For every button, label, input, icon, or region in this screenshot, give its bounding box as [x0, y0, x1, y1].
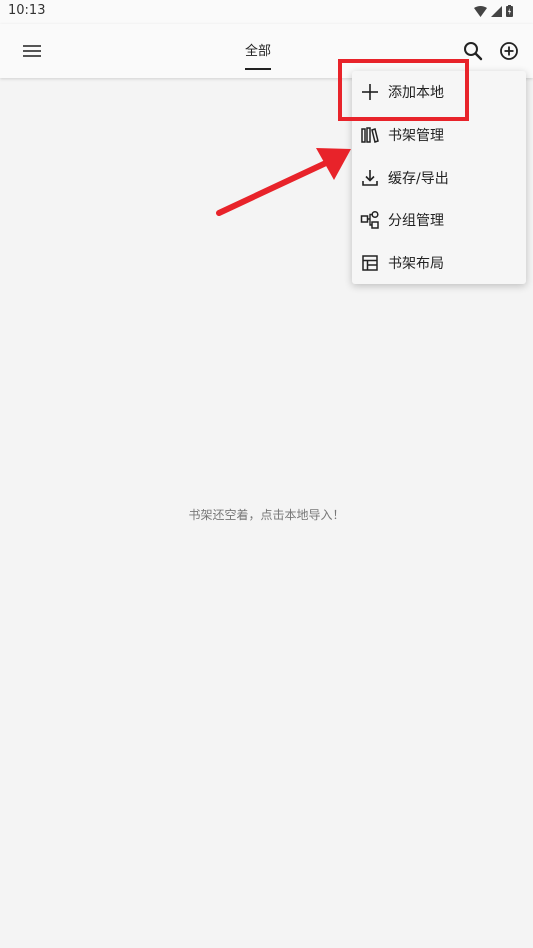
menu-item-label: 书架管理	[388, 128, 444, 144]
bookshelf-icon	[360, 125, 380, 145]
tab-all-label: 全部	[244, 44, 271, 59]
annotation-arrow-icon	[216, 148, 351, 216]
download-icon	[360, 168, 380, 188]
add-circle-icon	[500, 42, 518, 60]
empty-shelf-message: 书架还空着，点击本地导入！	[188, 508, 345, 522]
menu-item-bookshelf-layout[interactable]: 书架布局	[352, 242, 526, 284]
wifi-icon	[474, 5, 487, 17]
signal-icon	[491, 5, 502, 17]
menu-item-label: 书架布局	[388, 256, 444, 272]
status-bar: 10:13	[0, 0, 533, 24]
tab-indicator	[245, 68, 271, 70]
group-icon	[360, 210, 380, 230]
tab-all[interactable]: 全部	[240, 40, 276, 70]
menu-item-cache-export[interactable]: 缓存/导出	[352, 157, 526, 199]
status-time: 10:13	[8, 3, 46, 18]
hamburger-icon	[23, 45, 41, 57]
annotation-highlight-box	[338, 59, 469, 121]
status-icons	[474, 4, 513, 18]
add-button[interactable]	[498, 40, 520, 62]
menu-item-group-manage[interactable]: 分组管理	[352, 199, 526, 241]
battery-icon	[506, 5, 513, 17]
menu-item-label: 缓存/导出	[388, 171, 449, 187]
layout-icon	[360, 253, 380, 273]
hamburger-menu-button[interactable]	[20, 39, 44, 63]
menu-item-label: 分组管理	[388, 213, 444, 229]
